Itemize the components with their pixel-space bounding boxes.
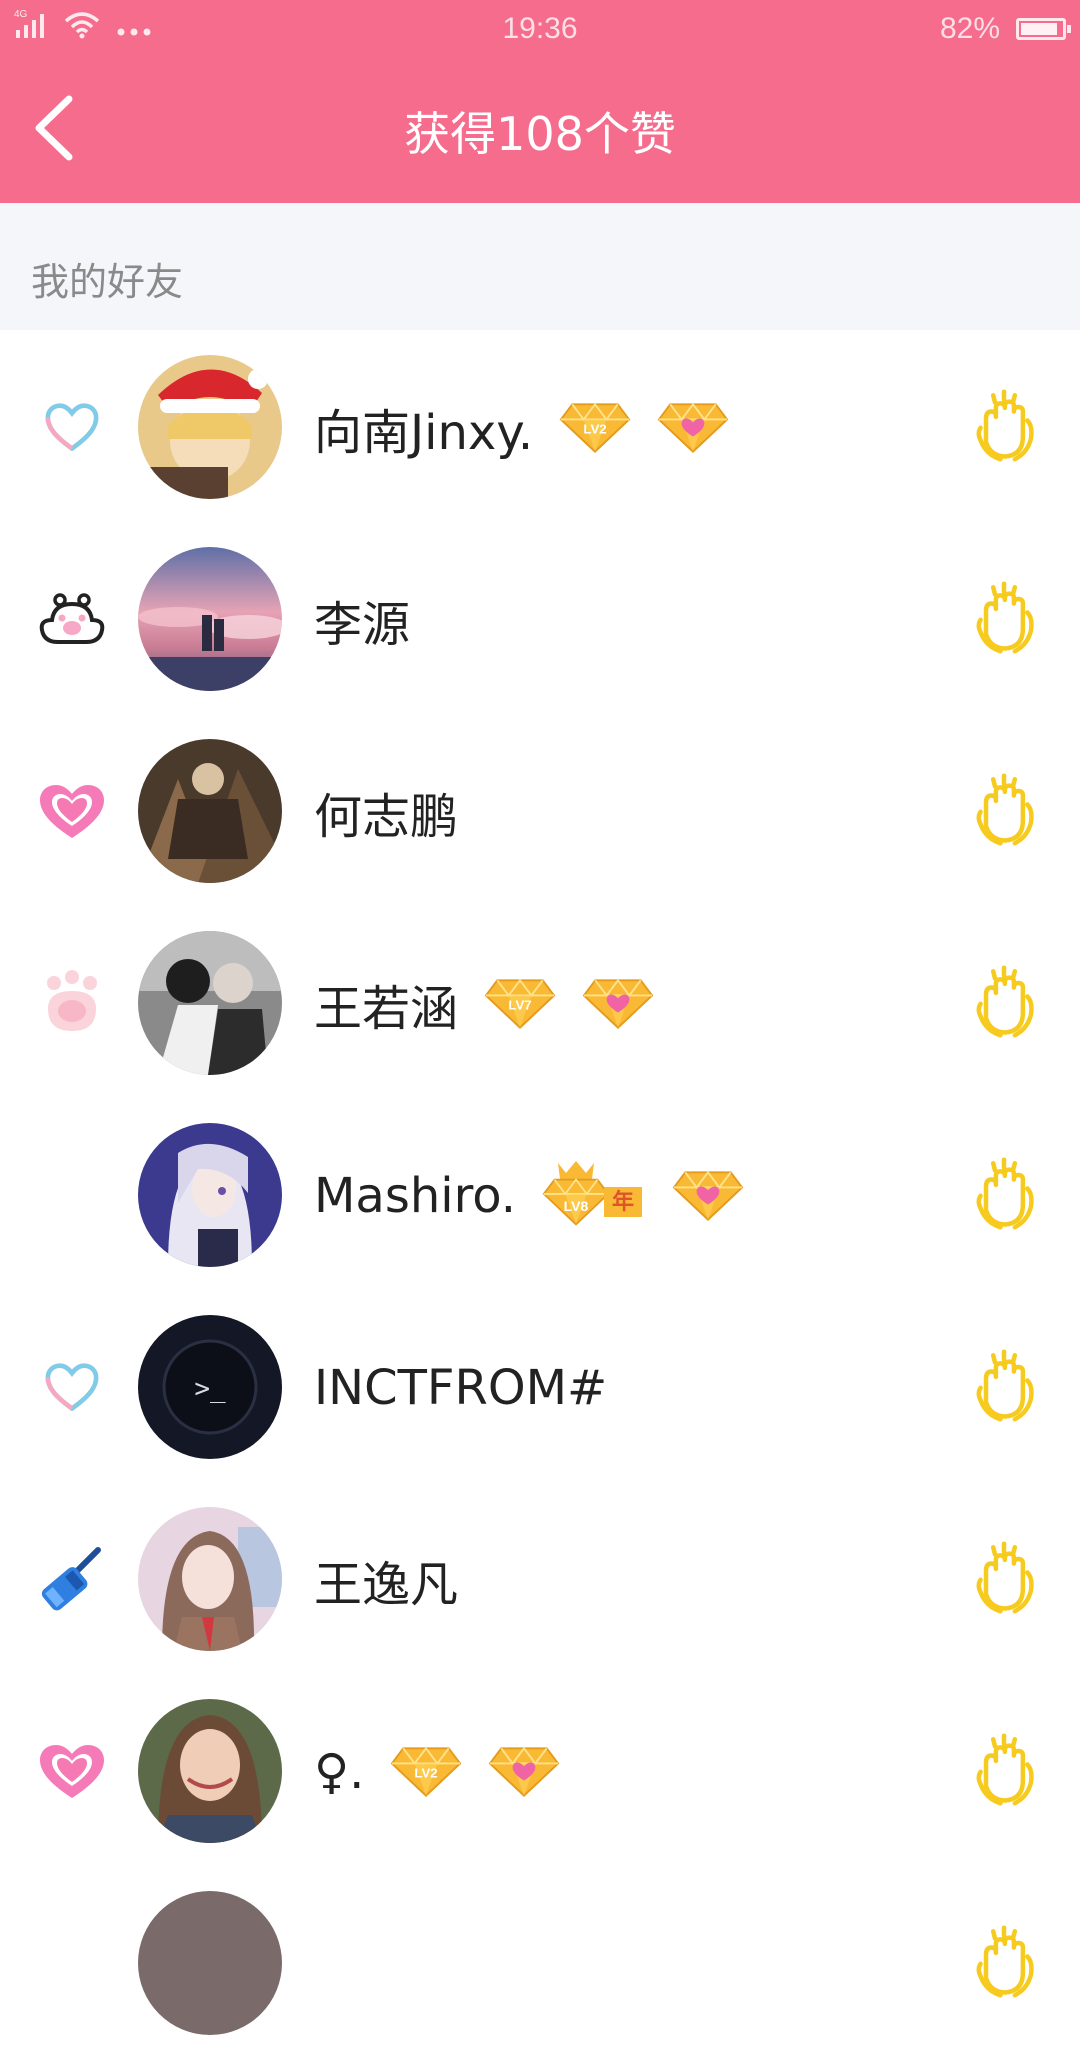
status-bar: 4G 19:36 82% — [0, 0, 1080, 58]
section-title: 我的好友 — [31, 260, 184, 304]
clap-button[interactable] — [964, 380, 1044, 470]
svg-text:>_: >_ — [194, 1374, 226, 1404]
list-item[interactable]: 何志鹏 — [0, 714, 1080, 906]
battery-icon — [1016, 18, 1071, 40]
svg-text:年: 年 — [612, 1189, 634, 1215]
level-diamond-badge: LV7 — [484, 978, 556, 1030]
avatar[interactable] — [138, 1699, 282, 1843]
paw-outline-icon — [32, 580, 112, 660]
clap-button[interactable] — [964, 1916, 1044, 2006]
paw-pink-icon — [32, 964, 112, 1044]
list-item[interactable]: 李源 — [0, 522, 1080, 714]
avatar[interactable] — [138, 547, 282, 691]
friend-name: ♀. — [314, 1744, 365, 1800]
list-item[interactable]: 向南Jinxy. LV2 — [0, 330, 1080, 522]
vip-heart-diamond-badge — [672, 1170, 744, 1222]
clap-icon — [968, 383, 1040, 467]
nav-bar: 获得108个赞 — [0, 58, 1080, 203]
avatar[interactable] — [138, 739, 282, 883]
clap-icon — [968, 1535, 1040, 1619]
section-header: 我的好友 — [0, 203, 1080, 330]
svg-text:LV8: LV8 — [564, 1198, 589, 1214]
hammer-icon — [32, 1540, 112, 1620]
heart-pink-icon — [32, 772, 112, 852]
level-diamond-badge: LV2 — [559, 402, 631, 454]
avatar[interactable] — [138, 1891, 282, 2035]
list-item[interactable]: 王逸凡 — [0, 1482, 1080, 1674]
clap-icon — [968, 767, 1040, 851]
avatar[interactable] — [138, 1123, 282, 1267]
clap-button[interactable] — [964, 1532, 1044, 1622]
friend-name: 李源 — [314, 597, 411, 653]
svg-text:LV7: LV7 — [508, 998, 531, 1013]
list-item[interactable]: 王若涵 LV7 — [0, 906, 1080, 1098]
svg-text:LV2: LV2 — [415, 1766, 438, 1781]
app-header: 4G 19:36 82% 获得108个赞 — [0, 0, 1080, 203]
list-item[interactable] — [0, 1866, 1080, 2058]
vip-heart-diamond-badge — [582, 978, 654, 1030]
list-item[interactable]: >_ INCTFROM# — [0, 1290, 1080, 1482]
heart-pink-icon — [32, 1732, 112, 1812]
list-item[interactable]: Mashiro. LV8 年 — [0, 1098, 1080, 1290]
page-title: 获得108个赞 — [404, 107, 676, 161]
clap-icon — [968, 1151, 1040, 1235]
friend-name: INCTFROM# — [314, 1360, 608, 1416]
annual-level-badge: LV8 年 — [542, 1161, 643, 1226]
friend-name: 王若涵 — [314, 981, 459, 1037]
avatar[interactable]: >_ — [138, 1315, 282, 1459]
clap-button[interactable] — [964, 1724, 1044, 1814]
clap-button[interactable] — [964, 572, 1044, 662]
battery-percent: 82% — [939, 12, 1000, 45]
svg-text:LV2: LV2 — [583, 422, 606, 437]
level-diamond-badge: LV2 — [390, 1746, 462, 1798]
friend-list: 向南Jinxy. LV2 李源 何志鹏 王若涵 LV7 Mashiro. LV8… — [0, 330, 1080, 2058]
clap-icon — [968, 1343, 1040, 1427]
friend-name: Mashiro. — [314, 1168, 517, 1224]
heart-outline-icon — [32, 388, 112, 468]
clap-button[interactable] — [964, 1148, 1044, 1238]
list-item[interactable]: ♀. LV2 — [0, 1674, 1080, 1866]
heart-outline-icon — [32, 1348, 112, 1428]
clap-icon — [968, 1919, 1040, 2003]
vip-heart-diamond-badge — [488, 1746, 560, 1798]
clap-icon — [968, 575, 1040, 659]
friend-name: 向南Jinxy. — [314, 405, 534, 461]
avatar[interactable] — [138, 1507, 282, 1651]
clap-icon — [968, 959, 1040, 1043]
friend-name: 何志鹏 — [314, 789, 459, 845]
clap-button[interactable] — [964, 764, 1044, 854]
avatar[interactable] — [138, 355, 282, 499]
clap-button[interactable] — [964, 956, 1044, 1046]
friend-name: 王逸凡 — [314, 1557, 459, 1613]
vip-heart-diamond-badge — [657, 402, 729, 454]
status-time: 19:36 — [502, 12, 578, 45]
avatar[interactable] — [138, 931, 282, 1075]
clap-icon — [968, 1727, 1040, 1811]
clap-button[interactable] — [964, 1340, 1044, 1430]
